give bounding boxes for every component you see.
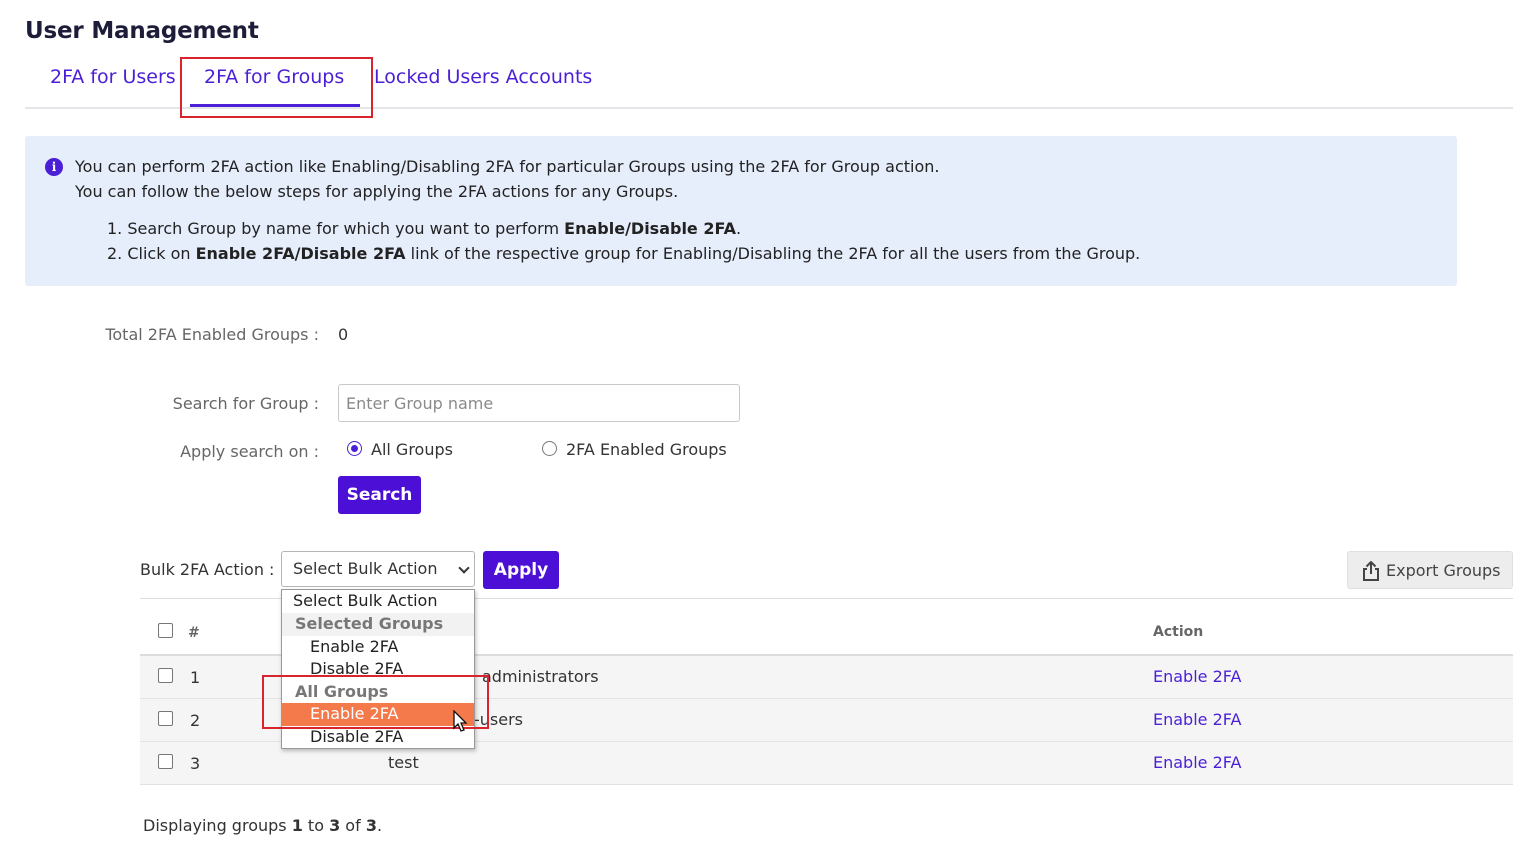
info-icon: i	[45, 158, 63, 176]
row-2-checkbox[interactable]	[158, 711, 173, 726]
radio-all-groups-label[interactable]: All Groups	[371, 440, 453, 459]
export-groups-label: Export Groups	[1386, 561, 1501, 580]
info-line-2: You can follow the below steps for apply…	[75, 182, 679, 201]
row-1-checkbox[interactable]	[158, 668, 173, 683]
header-action: Action	[1153, 624, 1204, 640]
row-3-group-name: test	[388, 753, 419, 772]
radio-2fa-enabled-groups-label[interactable]: 2FA Enabled Groups	[566, 440, 727, 459]
bulk-action-label: Bulk 2FA Action :	[140, 560, 275, 579]
info-line-1: You can perform 2FA action like Enabling…	[75, 157, 940, 176]
option-select-bulk-action[interactable]: Select Bulk Action	[282, 590, 474, 613]
header-number: #	[188, 625, 200, 641]
select-all-checkbox[interactable]	[158, 623, 173, 638]
row-1-enable-2fa-link[interactable]: Enable 2FA	[1153, 667, 1241, 686]
option-all-disable-2fa[interactable]: Disable 2FA	[282, 726, 474, 749]
row-3-checkbox[interactable]	[158, 754, 173, 769]
apply-button[interactable]: Apply	[483, 551, 559, 589]
total-enabled-groups-label: Total 2FA Enabled Groups :	[105, 325, 319, 344]
info-step-2: 2. Click on Enable 2FA/Disable 2FA link …	[107, 244, 1141, 263]
info-step-1: 1. Search Group by name for which you wa…	[107, 219, 742, 238]
option-selected-enable-2fa[interactable]: Enable 2FA	[282, 636, 474, 659]
search-button[interactable]: Search	[338, 476, 421, 514]
radio-2fa-enabled-groups[interactable]	[542, 441, 557, 456]
page-title: User Management	[25, 18, 259, 44]
tab-2fa-for-users[interactable]: 2FA for Users	[50, 66, 176, 88]
row-1-group-name: administrators	[482, 667, 599, 686]
row-2-number: 2	[190, 711, 201, 730]
search-group-label: Search for Group :	[172, 394, 319, 413]
radio-all-groups[interactable]	[347, 441, 362, 456]
pagination-summary: Displaying groups 1 to 3 of 3.	[143, 816, 383, 835]
total-enabled-groups-value: 0	[338, 325, 349, 344]
export-groups-button[interactable]: Export Groups	[1347, 551, 1513, 589]
tab-locked-users-accounts[interactable]: Locked Users Accounts	[374, 66, 592, 88]
row-3-number: 3	[190, 754, 201, 773]
tab-highlight-annotation	[180, 57, 373, 118]
row-2-enable-2fa-link[interactable]: Enable 2FA	[1153, 710, 1241, 729]
chevron-down-icon	[458, 562, 470, 574]
bulk-action-select[interactable]: Select Bulk Action	[281, 551, 475, 587]
apply-search-on-label: Apply search on :	[180, 442, 319, 461]
mouse-cursor-icon	[453, 710, 468, 732]
row-1-number: 1	[190, 668, 201, 687]
export-icon	[1363, 561, 1379, 581]
search-group-input[interactable]	[338, 384, 740, 422]
row-3-enable-2fa-link[interactable]: Enable 2FA	[1153, 753, 1241, 772]
optgroup-selected-groups: Selected Groups	[282, 613, 474, 636]
bulk-action-selected-value: Select Bulk Action	[293, 559, 438, 578]
